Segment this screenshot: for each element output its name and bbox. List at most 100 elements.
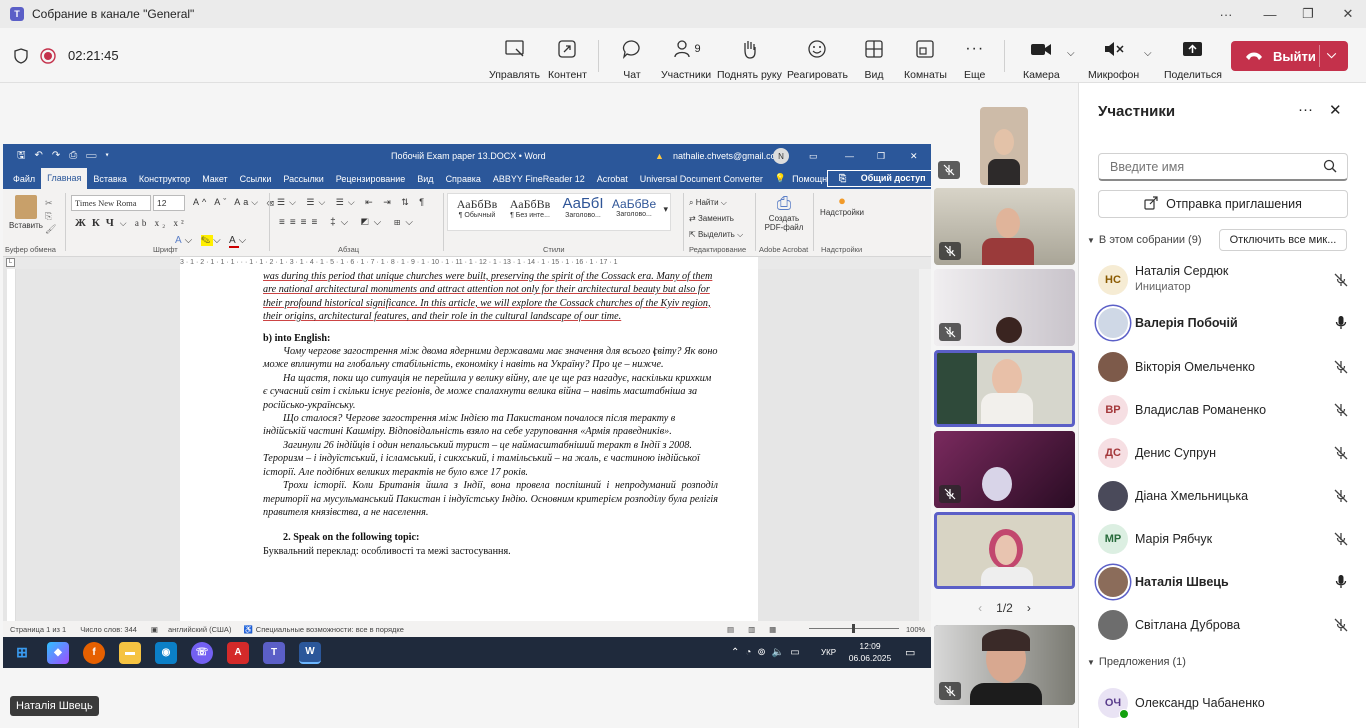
mic-off-icon[interactable] — [1331, 443, 1351, 463]
account-avatar[interactable]: N — [773, 148, 789, 164]
acrobat-icon[interactable]: A — [227, 641, 249, 664]
participants-button[interactable]: 9 Участники — [661, 36, 711, 87]
tab-review[interactable]: Рецензирование — [330, 174, 412, 184]
tab-file[interactable]: Файл — [7, 174, 41, 184]
participant-row[interactable]: ДС Денис Супрун — [1079, 432, 1366, 474]
more-button[interactable]: ··· Еще — [964, 36, 985, 81]
mic-off-icon[interactable] — [1331, 270, 1351, 290]
tab-selector-icon[interactable]: L — [6, 258, 15, 267]
manage-button[interactable]: Управлять — [489, 36, 540, 81]
tab-help[interactable]: Справка — [440, 174, 487, 184]
word-taskbar-icon[interactable]: W — [299, 641, 321, 664]
tab-udc[interactable]: Universal Document Converter — [634, 174, 769, 184]
tab-layout[interactable]: Макет — [196, 174, 233, 184]
status-words[interactable]: Число слов: 344 — [80, 625, 137, 634]
style-heading-1[interactable]: АаБбI Заголово... — [557, 195, 609, 219]
document-page[interactable]: was during this period that unique churc… — [180, 269, 758, 621]
tab-acrobat[interactable]: Acrobat — [591, 174, 634, 184]
leave-button[interactable]: Выйти ⌵ — [1231, 41, 1348, 71]
tell-me-label[interactable]: Помощн — [792, 174, 827, 184]
windows-start-icon[interactable]: ⊞ — [11, 642, 33, 664]
app-icon[interactable]: ◉ — [155, 641, 177, 664]
suggested-participant-row[interactable]: ОЧ Олександр Чабаненко — [1079, 682, 1366, 724]
tab-insert[interactable]: Вставка — [87, 174, 132, 184]
word-minimize-icon[interactable]: — — [845, 151, 854, 161]
notification-icon[interactable]: ▭ — [905, 646, 915, 659]
shield-icon[interactable] — [14, 48, 28, 69]
participant-row[interactable]: Діана Хмельницька — [1079, 475, 1366, 517]
raise-hand-button[interactable]: Поднять руку — [717, 36, 782, 81]
video-tile-4[interactable] — [934, 350, 1075, 427]
select-button[interactable]: ⇱ Выделить ⌵ — [689, 227, 743, 243]
participant-search-input[interactable] — [1098, 153, 1348, 181]
styles-gallery[interactable]: АаБбВв ¶ Обычный АаБбВв ¶ Без инте... АаБб… — [447, 193, 671, 231]
chevron-right-icon[interactable]: › — [1027, 601, 1031, 615]
mic-on-icon[interactable] — [1331, 313, 1351, 333]
mic-on-icon[interactable] — [1331, 572, 1351, 592]
camera-options-chevron-icon[interactable]: ⌵ — [1067, 48, 1075, 59]
tab-references[interactable]: Ссылки — [234, 174, 278, 184]
mic-off-icon[interactable] — [1331, 357, 1351, 377]
share-button[interactable]: Поделиться — [1164, 36, 1222, 81]
mic-off-icon[interactable] — [1331, 529, 1351, 549]
view-mode-icons[interactable]: ▤▥▦ — [727, 625, 790, 634]
mic-options-chevron-icon[interactable]: ⌵ — [1144, 48, 1152, 59]
replace-button[interactable]: ⇄ Заменить — [689, 211, 743, 227]
addins-button[interactable]: ● Надстройки — [815, 193, 869, 217]
system-tray-icons[interactable]: ⌃◔⊚🔈▭ — [731, 647, 806, 658]
tab-view[interactable]: Вид — [411, 174, 439, 184]
minimize-button[interactable]: — — [1250, 0, 1290, 28]
font-grow-shrink-icons[interactable]: A^ Aˇ Aa⌵ ⌫ — [193, 197, 277, 208]
firefox-icon[interactable]: f — [83, 641, 105, 664]
react-button[interactable]: Реагировать — [787, 36, 848, 81]
file-explorer-icon[interactable]: ▬ — [119, 641, 141, 664]
alignment-icons[interactable]: ≡≡≡≡ ‡⌵ ◩⌵ ⊞⌵ — [279, 217, 418, 228]
participant-row[interactable]: Валерія Побочій — [1079, 302, 1366, 344]
font-size-select[interactable]: 12 — [153, 195, 185, 211]
camera-button[interactable]: Камера — [1023, 36, 1060, 81]
video-tile-3[interactable] — [934, 269, 1075, 346]
tab-mailings[interactable]: Рассылки — [277, 174, 329, 184]
panel-more-icon[interactable]: ··· — [1298, 101, 1313, 118]
participant-row[interactable]: Наталія Швець — [1079, 561, 1366, 603]
participant-row[interactable]: МР Марія Рябчук — [1079, 518, 1366, 560]
mic-off-icon[interactable] — [1331, 615, 1351, 635]
copilot-icon[interactable]: ◆ — [47, 641, 69, 664]
status-language[interactable]: английский (США) — [168, 625, 231, 634]
cut-copy-format-icons[interactable]: ✂ ⎘ 🖌 — [45, 197, 56, 236]
font-name-select[interactable]: Times New Roma — [71, 195, 151, 211]
mic-off-icon[interactable] — [1331, 400, 1351, 420]
maximize-button[interactable]: ❐ — [1288, 0, 1328, 28]
word-close-icon[interactable]: ✕ — [910, 151, 918, 162]
input-language[interactable]: УКР — [821, 648, 836, 657]
zoom-level[interactable]: 100% — [906, 625, 925, 634]
suggestions-section-header[interactable]: ▼ Предложения (1) — [1087, 656, 1186, 668]
send-invite-button[interactable]: Отправка приглашения — [1098, 190, 1348, 218]
participant-row[interactable]: НС Наталія Сердюк Инициатор — [1079, 259, 1366, 301]
bold-italic-underline-icons[interactable]: ЖКЧ⌵ ab x₂ x² — [75, 217, 187, 229]
find-button[interactable]: ⌕ Найти ⌵ — [689, 195, 743, 211]
in-meeting-section-header[interactable]: ▼ В этом собрании (9) — [1087, 234, 1201, 246]
status-page[interactable]: Страница 1 из 1 — [10, 625, 66, 634]
tab-abbyy[interactable]: ABBYY FineReader 12 — [487, 174, 591, 184]
video-tile-6[interactable] — [934, 512, 1075, 589]
text-effects-icons[interactable]: A⌵ ✎⌵ A⌵ — [175, 235, 249, 248]
video-tile-1[interactable] — [980, 107, 1028, 185]
viber-icon[interactable]: ☏ — [191, 641, 213, 664]
more-options-icon[interactable]: ··· — [1206, 0, 1246, 28]
mute-all-button[interactable]: Отключить все мик... — [1219, 229, 1347, 251]
panel-close-icon[interactable]: ✕ — [1329, 101, 1342, 119]
rooms-button[interactable]: Комнаты — [904, 36, 947, 81]
create-pdf-button[interactable]: ⎙ Создать PDF-файл — [759, 193, 809, 232]
list-indent-icons[interactable]: ☰⌵ ☰⌵ ☰⌵ ⇤ ⇥ ⇅ ¶ — [277, 197, 428, 208]
system-clock[interactable]: 12:09 06.06.2025 — [847, 640, 893, 664]
participant-row[interactable]: Світлана Дуброва — [1079, 604, 1366, 646]
close-window-button[interactable]: ✕ — [1328, 0, 1366, 28]
video-tile-2[interactable] — [934, 188, 1075, 265]
leave-options-chevron-icon[interactable]: ⌵ — [1327, 47, 1336, 62]
style-no-spacing[interactable]: АаБбВв ¶ Без инте... — [504, 197, 556, 219]
view-button[interactable]: Вид — [864, 36, 884, 81]
chevron-left-icon[interactable]: ‹ — [978, 601, 982, 615]
participant-row[interactable]: Вікторія Омельченко — [1079, 346, 1366, 388]
content-button[interactable]: Контент — [548, 36, 587, 81]
